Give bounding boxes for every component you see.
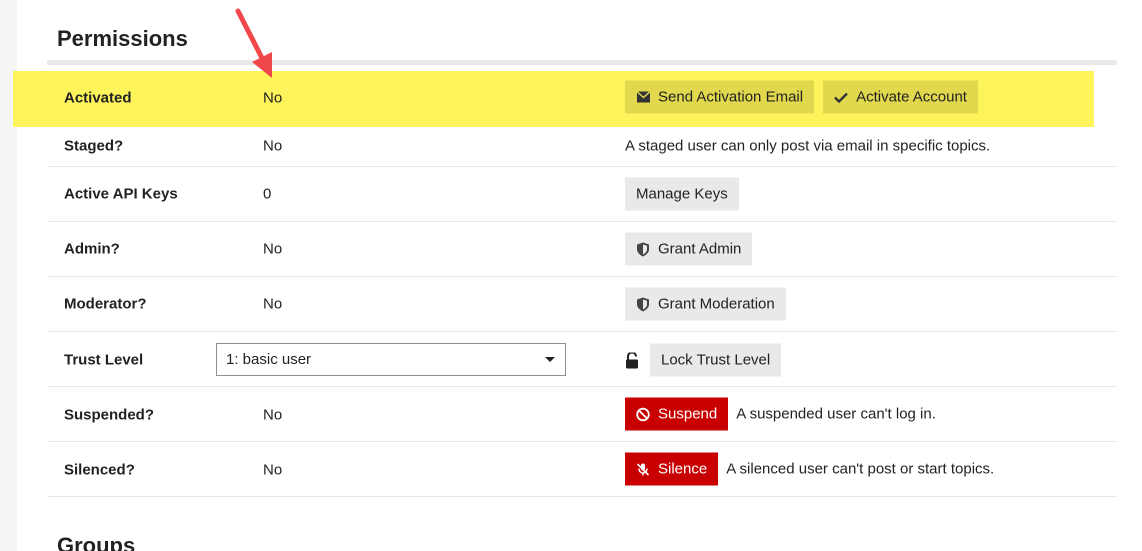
row-staged: Staged? No A staged user can only post v… (47, 127, 1117, 167)
permissions-title: Permissions (57, 26, 188, 51)
lock-trust-level-button[interactable]: Lock Trust Level (650, 343, 782, 377)
moderator-label: Moderator? (64, 295, 147, 313)
activated-label: Activated (64, 89, 132, 107)
silenced-help-text: A silenced user can't post or start topi… (726, 460, 995, 478)
trust-level-selected: 1: basic user (226, 351, 312, 368)
row-admin: Admin? No Grant Admin (47, 222, 1117, 277)
activate-account-button[interactable]: Activate Account (823, 80, 978, 114)
admin-label: Admin? (64, 240, 120, 258)
silenced-label: Silenced? (64, 461, 135, 479)
activated-value: No (263, 89, 283, 107)
send-activation-email-button[interactable]: Send Activation Email (625, 80, 815, 114)
staged-label: Staged? (64, 137, 124, 155)
shield-icon (636, 242, 650, 256)
grant-moderation-button[interactable]: Grant Moderation (625, 287, 786, 321)
send-activation-email-label: Send Activation Email (658, 88, 804, 106)
row-activated: Activated No Send Activation Email Activ… (47, 71, 1117, 127)
lock-trust-level-toggle (625, 352, 650, 368)
suspended-value: No (263, 406, 283, 424)
shield-icon (636, 297, 650, 311)
check-icon (834, 90, 848, 104)
moderator-value: No (263, 295, 283, 313)
staged-help-text: A staged user can only post via email in… (625, 137, 991, 155)
groups-title: Groups (57, 533, 136, 551)
row-moderator: Moderator? No Grant Moderation (47, 277, 1117, 332)
row-silenced: Silenced? No Silence A silenced user can… (47, 442, 1117, 497)
silenced-actions: Silence A silenced user can't post or st… (625, 452, 995, 486)
manage-keys-label: Manage Keys (636, 185, 728, 203)
annotation-arrow (235, 8, 272, 78)
trust-level-select[interactable]: 1: basic user (216, 343, 566, 376)
grant-admin-button[interactable]: Grant Admin (625, 232, 753, 266)
row-suspended: Suspended? No Suspend A suspended user c… (47, 387, 1117, 442)
row-api-keys: Active API Keys 0 Manage Keys (47, 167, 1117, 222)
grant-admin-label: Grant Admin (658, 240, 742, 258)
suspend-label: Suspend (658, 405, 718, 423)
manage-keys-button[interactable]: Manage Keys (625, 177, 739, 211)
section-divider (47, 60, 1117, 65)
ban-icon (636, 407, 650, 421)
silenced-value: No (263, 461, 283, 479)
activate-account-label: Activate Account (856, 88, 967, 106)
trust-level-label: Trust Level (64, 351, 144, 369)
activated-actions: Send Activation Email Activate Account (625, 80, 978, 114)
suspended-label: Suspended? (64, 406, 155, 424)
suspended-help-text: A suspended user can't log in. (736, 405, 936, 423)
row-trust-level: Trust Level Lock Trust Level (47, 332, 1117, 387)
staged-value: No (263, 137, 283, 155)
silence-button[interactable]: Silence (625, 452, 719, 486)
silence-label: Silence (658, 460, 708, 478)
microphone-slash-icon (636, 462, 650, 476)
api-keys-actions: Manage Keys (625, 177, 739, 211)
unlock-icon[interactable] (625, 352, 639, 368)
admin-value: No (263, 240, 283, 258)
suspended-actions: Suspend A suspended user can't log in. (625, 397, 936, 431)
envelope-icon (636, 90, 650, 104)
caret-down-icon (545, 357, 555, 362)
admin-actions: Grant Admin (625, 232, 753, 266)
suspend-button[interactable]: Suspend (625, 397, 729, 431)
lock-trust-level-label: Lock Trust Level (661, 351, 771, 369)
staged-actions: A staged user can only post via email in… (625, 138, 990, 155)
moderator-actions: Grant Moderation (625, 287, 786, 321)
trust-level-actions: Lock Trust Level (625, 343, 782, 377)
api-keys-value: 0 (263, 185, 272, 203)
grant-moderation-label: Grant Moderation (658, 295, 775, 313)
api-keys-label: Active API Keys (64, 185, 178, 203)
